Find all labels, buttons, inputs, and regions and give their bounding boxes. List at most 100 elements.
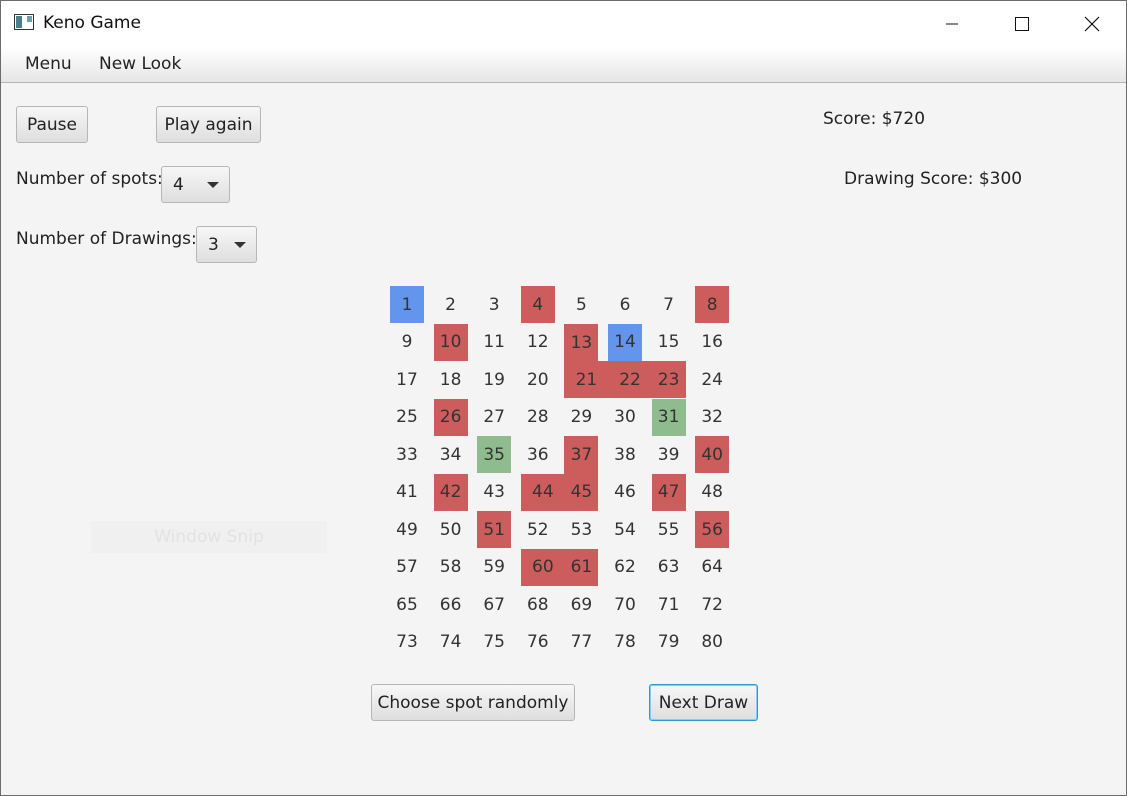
keno-cell-59[interactable]: 59	[477, 549, 511, 586]
keno-cell-66[interactable]: 66	[434, 586, 468, 623]
keno-cell-44[interactable]: 44	[520, 473, 565, 511]
keno-cell-40[interactable]: 40	[695, 436, 730, 473]
keno-cell-65[interactable]: 65	[390, 586, 424, 623]
keno-cell-77[interactable]: 77	[564, 624, 598, 661]
drawings-select[interactable]: 3	[196, 226, 257, 263]
keno-cell-34[interactable]: 34	[434, 436, 468, 473]
keno-cell-30[interactable]: 30	[608, 399, 642, 436]
keno-cell-27[interactable]: 27	[477, 399, 511, 436]
keno-cell-71[interactable]: 71	[652, 586, 686, 623]
keno-cell-42[interactable]: 42	[433, 473, 468, 511]
keno-cell-35[interactable]: 35	[477, 436, 512, 473]
keno-cell-23[interactable]: 23	[651, 361, 686, 398]
keno-cell-15[interactable]: 15	[652, 324, 686, 361]
keno-cell-68[interactable]: 68	[521, 586, 555, 623]
minimize-icon	[946, 23, 958, 25]
keno-cell-24[interactable]: 24	[695, 361, 729, 398]
keno-window: Keno Game Menu New Look Pause Play again…	[0, 0, 1127, 796]
keno-cell-53[interactable]: 53	[564, 511, 598, 548]
menu-new-look[interactable]: New Look	[99, 54, 181, 74]
close-button[interactable]	[1057, 1, 1127, 47]
keno-cell-58[interactable]: 58	[434, 549, 468, 586]
keno-cell-47[interactable]: 47	[651, 473, 686, 511]
keno-cell-37[interactable]: 37	[564, 436, 599, 474]
keno-cell-54[interactable]: 54	[608, 511, 642, 548]
keno-cell-57[interactable]: 57	[390, 549, 424, 586]
keno-cell-31[interactable]: 31	[651, 398, 686, 436]
keno-cell-26[interactable]: 26	[433, 398, 468, 436]
keno-cell-55[interactable]: 55	[652, 511, 686, 548]
keno-cell-75[interactable]: 75	[477, 624, 511, 661]
close-icon	[1084, 16, 1100, 32]
keno-board: 1 2 3 4 5 6 7 8 9 10 11 12 13 14 15 16 17 18 19 20 21 22 23 24 2…	[390, 286, 739, 661]
keno-cell-28[interactable]: 28	[521, 399, 555, 436]
maximize-button[interactable]	[987, 1, 1057, 47]
keno-cell-6[interactable]: 6	[608, 286, 642, 323]
keno-cell-62[interactable]: 62	[608, 549, 642, 586]
keno-cell-8[interactable]: 8	[695, 286, 730, 323]
keno-cell-18[interactable]: 18	[434, 361, 468, 398]
keno-cell-39[interactable]: 39	[652, 436, 686, 473]
play-again-button[interactable]: Play again	[156, 106, 261, 143]
keno-cell-11[interactable]: 11	[477, 324, 511, 361]
keno-cell-67[interactable]: 67	[477, 586, 511, 623]
keno-cell-50[interactable]: 50	[434, 511, 468, 548]
keno-cell-13[interactable]: 13	[564, 323, 599, 362]
keno-cell-80[interactable]: 80	[695, 624, 729, 661]
keno-cell-49[interactable]: 49	[390, 511, 424, 548]
keno-cell-45[interactable]: 45	[564, 473, 599, 511]
spots-select[interactable]: 4	[161, 166, 230, 203]
keno-cell-70[interactable]: 70	[608, 586, 642, 623]
pause-button[interactable]: Pause	[16, 106, 88, 143]
keno-cell-46[interactable]: 46	[608, 474, 642, 511]
keno-cell-63[interactable]: 63	[652, 549, 686, 586]
keno-cell-5[interactable]: 5	[564, 286, 598, 323]
keno-cell-16[interactable]: 16	[695, 324, 729, 361]
keno-cell-76[interactable]: 76	[521, 624, 555, 661]
keno-cell-22[interactable]: 22	[608, 361, 653, 398]
keno-cell-52[interactable]: 52	[521, 511, 555, 548]
title-bar: Keno Game	[1, 1, 1126, 47]
minimize-button[interactable]	[917, 1, 987, 47]
keno-cell-3[interactable]: 3	[477, 286, 511, 323]
keno-cell-2[interactable]: 2	[434, 286, 468, 323]
keno-cell-33[interactable]: 33	[390, 436, 424, 473]
keno-cell-72[interactable]: 72	[695, 586, 729, 623]
keno-cell-38[interactable]: 38	[608, 436, 642, 473]
spots-label: Number of spots:	[16, 169, 163, 189]
keno-cell-20[interactable]: 20	[521, 361, 555, 398]
keno-cell-43[interactable]: 43	[477, 474, 511, 511]
keno-cell-56[interactable]: 56	[695, 511, 730, 548]
keno-cell-48[interactable]: 48	[695, 474, 729, 511]
keno-cell-61[interactable]: 61	[564, 548, 599, 586]
keno-cell-9[interactable]: 9	[390, 324, 424, 361]
keno-cell-74[interactable]: 74	[434, 624, 468, 661]
keno-cell-36[interactable]: 36	[521, 436, 555, 473]
choose-random-button[interactable]: Choose spot randomly	[371, 684, 575, 721]
maximize-icon	[1015, 17, 1029, 31]
menu-menu[interactable]: Menu	[25, 54, 72, 74]
keno-cell-10[interactable]: 10	[433, 323, 468, 361]
keno-cell-69[interactable]: 69	[564, 586, 598, 623]
keno-cell-51[interactable]: 51	[477, 511, 512, 548]
keno-cell-60[interactable]: 60	[520, 548, 565, 586]
keno-cell-73[interactable]: 73	[390, 624, 424, 661]
keno-cell-19[interactable]: 19	[477, 361, 511, 398]
keno-cell-21[interactable]: 21	[564, 361, 609, 398]
next-draw-button[interactable]: Next Draw	[649, 684, 758, 721]
keno-cell-1[interactable]: 1	[390, 286, 424, 323]
keno-cell-25[interactable]: 25	[390, 399, 424, 436]
chevron-down-icon	[207, 182, 219, 188]
keno-cell-29[interactable]: 29	[564, 399, 598, 436]
keno-cell-4[interactable]: 4	[520, 286, 555, 323]
keno-cell-32[interactable]: 32	[695, 399, 729, 436]
keno-cell-14[interactable]: 14	[608, 323, 642, 361]
keno-cell-7[interactable]: 7	[652, 286, 686, 323]
keno-cell-79[interactable]: 79	[652, 624, 686, 661]
keno-cell-64[interactable]: 64	[695, 549, 729, 586]
keno-cell-41[interactable]: 41	[390, 474, 424, 511]
keno-cell-12[interactable]: 12	[521, 324, 555, 361]
keno-cell-78[interactable]: 78	[608, 624, 642, 661]
keno-cell-17[interactable]: 17	[390, 361, 424, 398]
score-label: Score: $720	[823, 109, 926, 129]
